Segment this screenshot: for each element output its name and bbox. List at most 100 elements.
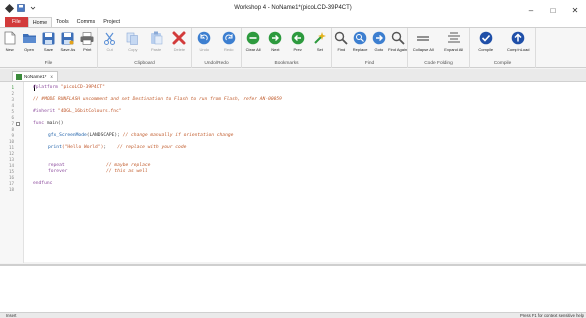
undo-button[interactable]: Undo bbox=[195, 31, 213, 52]
save-button[interactable]: Save bbox=[39, 31, 57, 52]
code-text: (LANDSCAPE) bbox=[86, 133, 118, 138]
code-line: #inherit "4DGL_16bitColours.fnc" bbox=[33, 109, 122, 114]
new-button[interactable]: New bbox=[1, 31, 19, 52]
compile-check-icon bbox=[478, 31, 494, 45]
find-again-icon bbox=[390, 31, 406, 45]
code-line: // #MODE RUNFLASH uncomment and set Dest… bbox=[33, 97, 282, 102]
line-number: 8 bbox=[11, 127, 14, 132]
ribbon-group-undo-redo: Undo Redo Undo/Redo bbox=[192, 28, 242, 68]
prev-arrow-icon bbox=[290, 31, 306, 45]
code-comment: // change manually if orientation change bbox=[122, 133, 234, 138]
goto-arrow-icon bbox=[371, 31, 387, 45]
new-file-icon bbox=[2, 31, 18, 45]
line-number: 6 bbox=[11, 115, 14, 120]
line-number: 2 bbox=[11, 91, 14, 96]
code-editor[interactable]: 1 2 3 4 5 6 7 8 9 10 11 12 13 14 15 16 1… bbox=[0, 81, 586, 263]
tab-comms[interactable]: Comms bbox=[73, 17, 100, 27]
code-string: ("Hello World") bbox=[61, 145, 104, 150]
ribbon-group-find: Find Replace Goto Find Again Find bbox=[332, 28, 408, 68]
line-number: 10 bbox=[8, 139, 14, 144]
save-icon bbox=[40, 31, 56, 45]
code-function: print bbox=[48, 145, 62, 150]
tab-home[interactable]: Home bbox=[27, 17, 53, 27]
document-icon bbox=[16, 73, 22, 80]
open-folder-icon bbox=[21, 31, 37, 45]
fold-toggle-icon[interactable] bbox=[16, 122, 20, 126]
code-line: endfunc bbox=[33, 181, 52, 186]
redo-button[interactable]: Redo bbox=[220, 31, 238, 52]
line-number: 1 bbox=[11, 85, 14, 90]
code-string: "4DGL_16bitColours.fnc" bbox=[57, 109, 122, 114]
code-keyword: repeat bbox=[48, 163, 65, 168]
scissors-icon bbox=[102, 31, 118, 45]
line-number: 9 bbox=[11, 133, 14, 138]
compile-and-load-button[interactable]: Comp'nLoad bbox=[504, 31, 532, 52]
insert-mode-indicator: Insert bbox=[6, 313, 17, 318]
code-text: ; bbox=[117, 133, 120, 138]
set-bookmark-icon bbox=[312, 31, 328, 45]
ribbon-group-label: Undo/Redo bbox=[204, 61, 229, 66]
code-line: forever // this as well bbox=[48, 169, 148, 174]
printer-icon bbox=[79, 31, 95, 45]
print-button[interactable]: Print bbox=[78, 31, 96, 52]
line-number-gutter: 1 2 3 4 5 6 7 8 9 10 11 12 13 14 15 16 1… bbox=[0, 82, 24, 263]
save-as-button[interactable]: Save As bbox=[59, 31, 77, 52]
find-again-button[interactable]: Find Again bbox=[388, 31, 407, 52]
ribbon-group-bookmarks: Clear All Next Prev Set Bookmarks bbox=[242, 28, 332, 68]
open-button[interactable]: Open bbox=[20, 31, 38, 52]
find-button[interactable]: Find bbox=[332, 31, 350, 52]
undo-icon bbox=[196, 31, 212, 45]
line-number: 5 bbox=[11, 109, 14, 114]
output-panel[interactable] bbox=[0, 264, 586, 312]
line-number: 16 bbox=[8, 175, 14, 180]
line-number: 13 bbox=[8, 157, 14, 162]
tab-project[interactable]: Project bbox=[99, 17, 124, 27]
ribbon-group-label: Compile bbox=[493, 61, 512, 66]
goto-button[interactable]: Goto bbox=[370, 31, 388, 52]
cut-button[interactable]: Cut bbox=[101, 31, 119, 52]
line-number: 12 bbox=[8, 151, 14, 156]
line-number: 4 bbox=[11, 103, 14, 108]
ribbon: New Open Save Save As Print File Cut Cop… bbox=[0, 27, 586, 68]
replace-button[interactable]: Replace bbox=[351, 31, 369, 52]
code-keyword: #platform bbox=[33, 85, 58, 90]
menu-tabs: File Home Tools Comms Project bbox=[0, 16, 586, 27]
ribbon-group-code-folding: Collapse All Expand All Code Folding bbox=[408, 28, 470, 68]
tab-tools[interactable]: Tools bbox=[52, 17, 73, 27]
magnifier-icon bbox=[333, 31, 349, 45]
compile-load-icon bbox=[510, 31, 526, 45]
expand-all-button[interactable]: Expand All bbox=[441, 31, 467, 52]
line-number: 11 bbox=[8, 145, 14, 150]
next-arrow-icon bbox=[267, 31, 283, 45]
prev-bookmark-button[interactable]: Prev bbox=[289, 31, 307, 52]
compile-button[interactable]: Compile bbox=[473, 31, 499, 52]
ribbon-group-label: Find bbox=[364, 61, 375, 66]
ribbon-group-clipboard: Cut Copy Paste Delete Clipboard bbox=[98, 28, 192, 68]
ribbon-group-label: Code Folding bbox=[424, 61, 453, 66]
clear-all-bookmarks-button[interactable]: Clear All bbox=[244, 31, 262, 52]
copy-button[interactable]: Copy bbox=[124, 31, 142, 52]
paste-button[interactable]: Paste bbox=[147, 31, 165, 52]
code-comment: // #MODE RUNFLASH uncomment and set Dest… bbox=[33, 97, 282, 102]
editor-vertical-scrollbar[interactable] bbox=[580, 82, 586, 263]
tab-file[interactable]: File bbox=[5, 17, 28, 27]
delete-button[interactable]: Delete bbox=[170, 31, 188, 52]
ribbon-group-file: New Open Save Save As Print File bbox=[0, 28, 98, 68]
set-bookmark-button[interactable]: Set bbox=[311, 31, 329, 52]
ribbon-group-label: File bbox=[44, 61, 53, 66]
line-number: 18 bbox=[8, 187, 14, 192]
code-line: gfx_ScreenMode(LANDSCAPE); // change man… bbox=[48, 133, 233, 138]
app-window: Workshop 4 - NoName1*(picoLCD-39P4CT) – … bbox=[0, 0, 586, 318]
line-number: 17 bbox=[8, 181, 14, 186]
document-tab[interactable]: NoName1* x bbox=[12, 71, 58, 81]
delete-x-icon bbox=[171, 31, 187, 45]
paste-icon bbox=[148, 31, 164, 45]
expand-all-icon bbox=[446, 31, 462, 45]
code-line: print("Hello World"); // replace with yo… bbox=[48, 145, 186, 150]
document-close-icon[interactable]: x bbox=[50, 74, 52, 79]
save-as-icon bbox=[60, 31, 76, 45]
next-bookmark-button[interactable]: Next bbox=[266, 31, 284, 52]
line-number: 3 bbox=[11, 97, 14, 102]
code-line: func main() bbox=[33, 121, 63, 126]
collapse-all-button[interactable]: Collapse All bbox=[410, 31, 436, 52]
